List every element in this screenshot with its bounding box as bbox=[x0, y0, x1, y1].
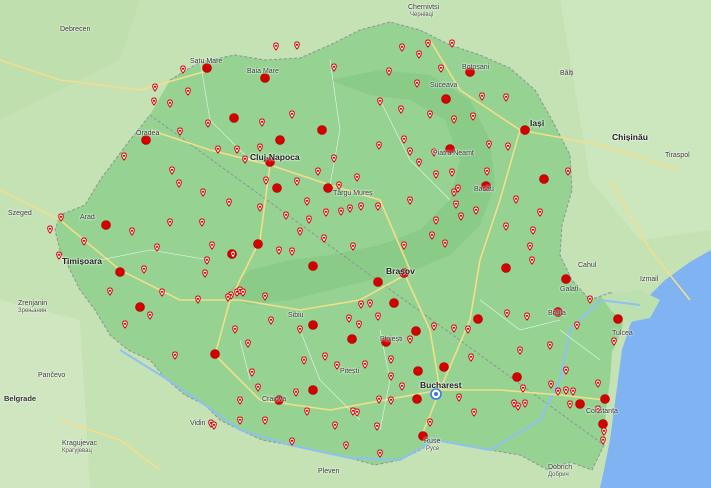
label-cahul: Cahul bbox=[578, 262, 597, 269]
large-marker[interactable] bbox=[115, 267, 125, 277]
label-tulcea: Tulcea bbox=[612, 330, 633, 337]
large-marker[interactable] bbox=[411, 326, 421, 336]
large-marker[interactable] bbox=[389, 298, 399, 308]
label-szeged: Szeged bbox=[8, 210, 32, 217]
label-debrecen: Debrecen bbox=[60, 26, 91, 33]
label-chernivtsi-cyr: Чернівці bbox=[410, 12, 434, 18]
label-piatra-neamt: Piatra Neamț bbox=[433, 150, 474, 157]
large-marker[interactable] bbox=[308, 385, 318, 395]
label-dobrich: Dobrich bbox=[548, 464, 573, 471]
label-chernivtsi: Chernivtsi bbox=[408, 4, 440, 11]
large-marker[interactable] bbox=[308, 320, 318, 330]
large-marker[interactable] bbox=[512, 372, 522, 382]
large-marker[interactable] bbox=[135, 302, 145, 312]
label-kragujevac-cyr: Крагујевац bbox=[62, 448, 92, 454]
label-pancevo: Pančevo bbox=[38, 372, 66, 379]
label-balti: Bălți bbox=[560, 70, 574, 77]
label-bacau: Bacău bbox=[474, 186, 494, 193]
label-brasov: Brașov bbox=[386, 266, 415, 276]
label-pitesti: Pitești bbox=[340, 368, 360, 375]
bucharest-capital-marker[interactable] bbox=[430, 388, 442, 400]
label-constanta: Constanța bbox=[586, 408, 618, 415]
large-marker[interactable] bbox=[101, 220, 111, 230]
label-cluj-napoca: Cluj-Napoca bbox=[250, 152, 300, 162]
large-marker[interactable] bbox=[272, 183, 282, 193]
large-marker[interactable] bbox=[253, 239, 263, 249]
large-marker[interactable] bbox=[317, 125, 327, 135]
label-sibiu: Sibiu bbox=[288, 312, 304, 319]
label-oradea: Oradea bbox=[136, 130, 160, 137]
large-marker[interactable] bbox=[575, 399, 585, 409]
large-marker[interactable] bbox=[441, 94, 451, 104]
large-marker[interactable] bbox=[501, 263, 511, 273]
large-marker[interactable] bbox=[613, 314, 623, 324]
label-zrenjanin-cyr: Зрењанин bbox=[18, 308, 47, 314]
label-vidin: Vidin bbox=[190, 420, 206, 427]
label-craiova: Craiova bbox=[262, 396, 287, 403]
large-marker[interactable] bbox=[412, 394, 422, 404]
label-izmail: Izmail bbox=[640, 276, 659, 283]
map-view[interactable]: Chernivtsi Чернівці Bălți Chișinău Tiras… bbox=[0, 0, 711, 488]
label-botosani: Botoșani bbox=[462, 64, 490, 71]
large-marker[interactable] bbox=[473, 314, 483, 324]
large-marker[interactable] bbox=[539, 174, 549, 184]
large-marker[interactable] bbox=[561, 274, 571, 284]
large-marker[interactable] bbox=[439, 362, 449, 372]
large-marker[interactable] bbox=[600, 394, 610, 404]
label-arad: Arad bbox=[80, 214, 95, 221]
label-kragujevac: Kragujevac bbox=[62, 440, 98, 447]
label-ploiesti: Ploiești bbox=[380, 336, 403, 343]
label-ruse-cyr: Русе bbox=[426, 446, 440, 452]
large-marker[interactable] bbox=[275, 135, 285, 145]
large-marker[interactable] bbox=[323, 183, 333, 193]
label-bucharest: Bucharest bbox=[420, 380, 462, 390]
large-marker[interactable] bbox=[413, 366, 423, 376]
label-ruse: Ruse bbox=[424, 438, 441, 445]
label-satu-mare: Satu Mare bbox=[190, 58, 223, 65]
large-marker[interactable] bbox=[229, 113, 239, 123]
label-braila: Brăila bbox=[548, 310, 566, 317]
label-targu-mures: Târgu Mureș bbox=[333, 190, 373, 197]
large-marker[interactable] bbox=[520, 125, 530, 135]
label-galati: Galați bbox=[560, 286, 579, 293]
label-belgrade: Belgrade bbox=[4, 394, 37, 403]
label-chisinau: Chișinău bbox=[612, 132, 648, 142]
label-suceava: Suceava bbox=[430, 82, 458, 89]
label-timisoara: Timișoara bbox=[62, 256, 103, 266]
label-tiraspol: Tiraspol bbox=[665, 152, 690, 159]
label-dobrich-cyr: Добрич bbox=[548, 472, 569, 478]
large-marker[interactable] bbox=[598, 419, 608, 429]
label-pleven: Pleven bbox=[318, 468, 340, 475]
label-baia-mare: Baia Mare bbox=[247, 68, 279, 75]
large-marker[interactable] bbox=[347, 334, 357, 344]
large-marker[interactable] bbox=[210, 349, 220, 359]
large-marker[interactable] bbox=[308, 261, 318, 271]
label-zrenjanin: Zrenjanin bbox=[18, 300, 48, 307]
label-iasi: Iași bbox=[530, 118, 545, 128]
large-marker[interactable] bbox=[373, 277, 383, 287]
